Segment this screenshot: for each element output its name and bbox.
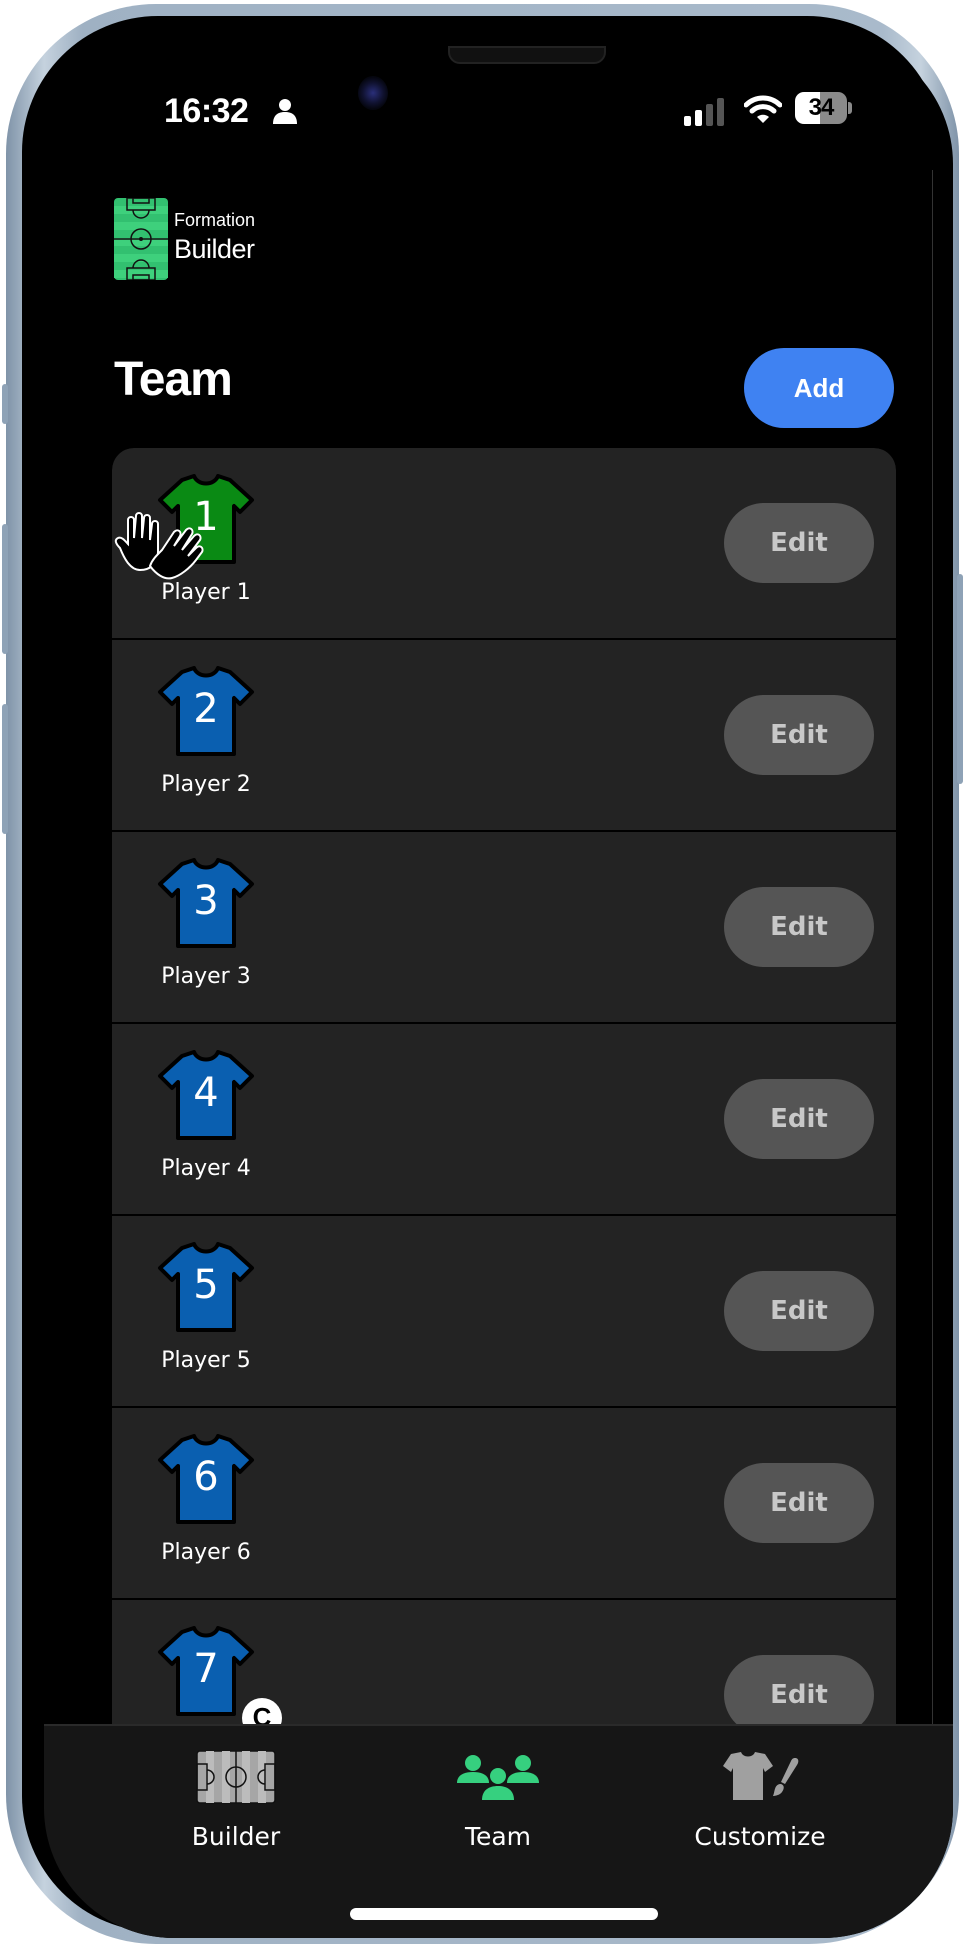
app-name-line1: Formation [174,210,256,230]
jersey-number: 6 [193,1454,219,1500]
edit-player-button[interactable]: Edit [724,1271,874,1351]
jersey-icon: 4 [156,1050,256,1142]
speaker [448,46,606,64]
tab-label: Customize [694,1822,826,1851]
screen: 16:32 34 Formation Builder Team Add 1 Pl… [44,34,953,1938]
player-name: Player 6 [161,1540,251,1565]
app-name-line2: Builder [174,234,255,264]
edit-player-button[interactable]: Edit [724,887,874,967]
action-button [2,384,8,424]
edit-player-button[interactable]: Edit [724,1079,874,1159]
status-time: 16:32 [164,92,249,130]
wifi-icon [744,95,782,123]
battery-icon: 34 [795,92,852,124]
signal-icon [684,98,724,126]
tab-label: Team [464,1822,532,1851]
bezel: 16:32 34 Formation Builder Team Add 1 Pl… [22,16,953,1938]
jersey-number: 3 [193,878,219,924]
battery-tip [848,102,852,114]
player-row: 4 Player 4 Edit [112,1024,896,1214]
edit-player-button[interactable]: Edit [724,1463,874,1543]
tab-team[interactable]: Team [398,1726,598,1866]
tab-label: Builder [191,1822,281,1851]
jersey-icon: 6 [156,1434,256,1526]
home-indicator[interactable] [350,1908,658,1920]
player-name: Player 5 [161,1348,251,1373]
person-icon [273,99,297,124]
jersey-icon: 2 [156,666,256,758]
volume-down-button [2,704,8,834]
phone-frame: 16:32 34 Formation Builder Team Add 1 Pl… [2,4,963,1944]
edit-player-button[interactable]: Edit [724,695,874,775]
player-name: Player 2 [161,772,251,797]
jersey-number: 4 [193,1070,219,1116]
tab-bar: Builder Team Customize [44,1724,953,1938]
jersey-number: 5 [193,1262,219,1308]
tab-customize[interactable]: Customize [660,1726,860,1866]
field-icon [196,1750,276,1804]
power-button [957,574,963,784]
goalkeeper-gloves-icon [114,512,204,580]
jersey-icon: 5 [156,1242,256,1334]
battery-level: 34 [795,92,847,124]
edit-player-button[interactable]: Edit [724,1655,874,1735]
player-name: Player 3 [161,964,251,989]
shirt-brush-icon [723,1752,799,1800]
player-name: Player 1 [161,580,251,605]
player-name: Player 4 [161,1156,251,1181]
jersey-number: 2 [193,686,219,732]
player-row: 3 Player 3 Edit [112,832,896,1022]
jersey-icon: 3 [156,858,256,950]
status-bar: 16:32 34 [44,92,953,132]
player-row: 1 Player 1 Edit [112,448,896,638]
page-title: Team [114,353,233,406]
edit-player-button[interactable]: Edit [724,503,874,583]
soccer-field-icon [114,198,168,280]
tab-builder[interactable]: Builder [136,1726,336,1866]
add-player-button[interactable]: Add [744,348,894,428]
jersey-number: 7 [193,1646,219,1692]
jersey-icon: 7 [156,1626,256,1718]
volume-up-button [2,524,8,654]
player-row: 5 Player 5 Edit [112,1216,896,1406]
scrollbar[interactable] [932,170,933,1730]
player-row: 2 Player 2 Edit [112,640,896,830]
team-icon [457,1755,539,1800]
player-list: 1 Player 1 Edit 2 Player 2 Edit 3 Player 3 Edit 4… [112,448,896,1748]
player-row: 6 Player 6 Edit [112,1408,896,1598]
